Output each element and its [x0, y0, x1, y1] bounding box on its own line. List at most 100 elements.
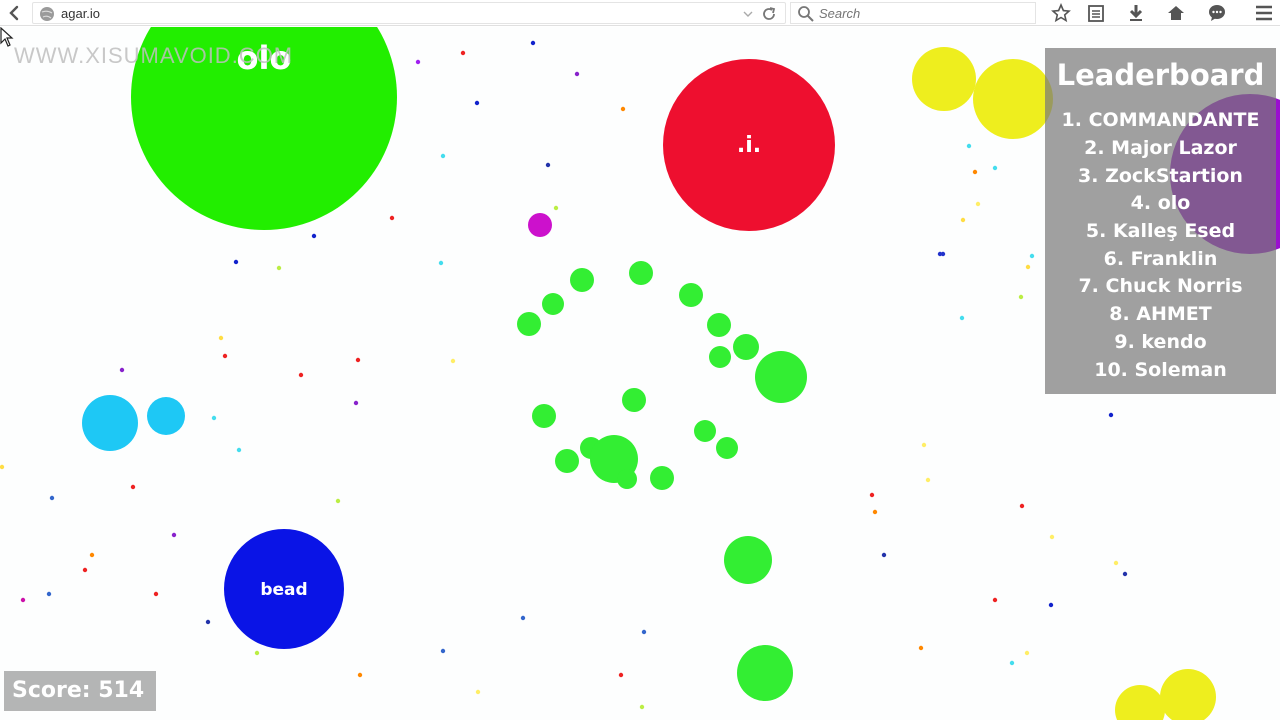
food-pellet — [236, 447, 242, 453]
food-pellet — [925, 477, 931, 483]
food-pellet — [311, 233, 317, 239]
food-pellet — [975, 201, 981, 207]
food-pellet — [940, 251, 946, 257]
dropdown-icon[interactable] — [743, 9, 753, 19]
leaderboard-entry: 8. AHMET — [1109, 303, 1212, 325]
player-cell — [707, 313, 731, 337]
food-pellet — [0, 464, 5, 470]
food-pellet — [211, 415, 217, 421]
cell-yellow — [1160, 669, 1216, 720]
player-cell — [629, 261, 653, 285]
food-pellet — [298, 372, 304, 378]
food-pellet — [921, 442, 927, 448]
player-cell — [709, 346, 731, 368]
food-pellet — [1049, 534, 1055, 540]
food-pellet — [355, 357, 361, 363]
game-canvas[interactable]: olo .i. bead WWW.XISUMAVOID.COM Leaderbo… — [0, 27, 1280, 720]
search-input[interactable] — [819, 4, 1029, 22]
leaderboard-entry: 1. COMMANDANTE — [1061, 109, 1260, 131]
reload-icon[interactable] — [761, 6, 777, 22]
player-cell — [716, 437, 738, 459]
back-icon[interactable] — [6, 4, 24, 22]
food-pellet — [869, 492, 875, 498]
food-pellet — [205, 619, 211, 625]
food-pellet — [618, 672, 624, 678]
food-pellet — [171, 532, 177, 538]
reading-list-icon[interactable] — [1086, 3, 1106, 23]
food-pellet — [46, 591, 52, 597]
leaderboard-entry: 4. olo — [1130, 192, 1191, 214]
download-icon[interactable] — [1126, 3, 1146, 23]
food-pellet — [545, 162, 551, 168]
player-cell — [517, 312, 541, 336]
food-pellet — [440, 153, 446, 159]
food-pellet — [639, 704, 645, 710]
mouse-cursor-icon — [0, 27, 14, 47]
star-icon[interactable] — [1051, 3, 1071, 23]
food-pellet — [49, 495, 55, 501]
cell-cyan — [147, 397, 185, 435]
leaderboard-entry: 5. Kalleş Esed — [1085, 220, 1236, 242]
food-pellet — [966, 143, 972, 149]
food-pellet — [450, 358, 456, 364]
player-cell — [555, 449, 579, 473]
food-pellet — [233, 259, 239, 265]
food-pellet — [918, 645, 924, 651]
food-pellet — [872, 509, 878, 515]
player-cell — [679, 283, 703, 307]
food-pellet — [1018, 294, 1024, 300]
leaderboard-entry: 9. kendo — [1114, 331, 1207, 353]
player-cell — [622, 388, 646, 412]
food-pellet — [641, 629, 647, 635]
menu-icon[interactable] — [1254, 3, 1274, 23]
cell-cyan — [82, 395, 138, 451]
food-pellet — [1108, 412, 1114, 418]
food-pellet — [415, 59, 421, 65]
leaderboard-entry: 10. Soleman — [1094, 359, 1227, 381]
player-cell — [650, 466, 674, 490]
food-pellet — [1019, 503, 1025, 509]
food-pellet — [218, 335, 224, 341]
search-icon — [798, 6, 814, 22]
cell-red-label: .i. — [737, 133, 761, 158]
food-pellet — [130, 484, 136, 490]
food-pellet — [438, 260, 444, 266]
home-icon[interactable] — [1166, 3, 1186, 23]
player-cell — [724, 536, 772, 584]
food-pellet — [530, 40, 536, 46]
food-pellet — [440, 648, 446, 654]
food-pellet — [89, 552, 95, 558]
food-pellet — [992, 165, 998, 171]
food-pellet — [353, 400, 359, 406]
url-text[interactable]: agar.io — [61, 5, 100, 23]
food-pellet — [992, 597, 998, 603]
leaderboard-entry: 7. Chuck Norris — [1078, 275, 1243, 297]
food-pellet — [20, 597, 26, 603]
url-bar[interactable]: agar.io — [32, 2, 786, 24]
food-pellet — [254, 650, 260, 656]
food-pellet — [460, 50, 466, 56]
food-pellet — [959, 315, 965, 321]
food-pellet — [574, 71, 580, 77]
food-pellet — [474, 100, 480, 106]
globe-icon — [40, 7, 54, 21]
food-pellet — [335, 498, 341, 504]
food-pellet — [475, 689, 481, 695]
score-display: Score: 514 — [4, 671, 156, 711]
leaderboard: Leaderboard 1. COMMANDANTE 2. Major Lazo… — [1045, 48, 1276, 394]
player-cell — [733, 334, 759, 360]
food-pellet — [1025, 264, 1031, 270]
food-pellet — [1024, 650, 1030, 656]
leaderboard-entry: 3. ZockStartion — [1078, 165, 1243, 187]
food-pellet — [520, 615, 526, 621]
player-cell — [532, 404, 556, 428]
cell-yellow — [912, 47, 976, 111]
food-pellet — [1048, 602, 1054, 608]
food-pellet — [960, 217, 966, 223]
food-pellet — [1029, 253, 1035, 259]
leaderboard-entry: 2. Major Lazor — [1084, 137, 1237, 159]
leaderboard-entry: 6. Franklin — [1103, 248, 1218, 270]
browser-toolbar: agar.io — [0, 0, 1280, 26]
search-bar[interactable] — [790, 2, 1036, 24]
chat-icon[interactable] — [1207, 3, 1227, 23]
